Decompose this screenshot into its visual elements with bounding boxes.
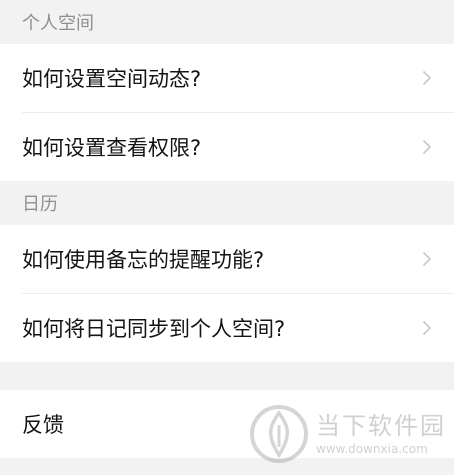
chevron-right-icon bbox=[420, 138, 434, 156]
bottom-spacer bbox=[0, 458, 454, 474]
section-header-calendar: 日历 bbox=[0, 181, 454, 225]
feedback-list: 反馈 bbox=[0, 390, 454, 458]
help-item-space-dynamics[interactable]: 如何设置空间动态? bbox=[0, 44, 454, 112]
help-item-view-permission[interactable]: 如何设置查看权限? bbox=[0, 113, 454, 181]
section-list-personal-space: 如何设置空间动态? 如何设置查看权限? bbox=[0, 44, 454, 181]
chevron-right-icon bbox=[420, 319, 434, 337]
help-item-label: 如何设置空间动态? bbox=[22, 67, 202, 91]
section-list-calendar: 如何使用备忘的提醒功能? 如何将日记同步到个人空间? bbox=[0, 225, 454, 362]
chevron-right-icon bbox=[420, 250, 434, 268]
help-item-diary-sync[interactable]: 如何将日记同步到个人空间? bbox=[0, 294, 454, 362]
settings-page: 个人空间 如何设置空间动态? 如何设置查看权限? 日历 如何使用备忘的提醒功能? bbox=[0, 0, 454, 474]
help-item-label: 如何将日记同步到个人空间? bbox=[22, 317, 286, 341]
help-item-label: 如何设置查看权限? bbox=[22, 136, 202, 160]
section-spacer bbox=[0, 362, 454, 390]
feedback-label: 反馈 bbox=[22, 413, 64, 437]
section-header-label: 日历 bbox=[22, 194, 58, 215]
chevron-right-icon bbox=[420, 69, 434, 87]
help-item-label: 如何使用备忘的提醒功能? bbox=[22, 248, 265, 272]
section-header-label: 个人空间 bbox=[22, 13, 94, 34]
help-item-memo-reminder[interactable]: 如何使用备忘的提醒功能? bbox=[0, 225, 454, 293]
feedback-button[interactable]: 反馈 bbox=[0, 390, 454, 458]
section-header-personal-space: 个人空间 bbox=[0, 0, 454, 44]
